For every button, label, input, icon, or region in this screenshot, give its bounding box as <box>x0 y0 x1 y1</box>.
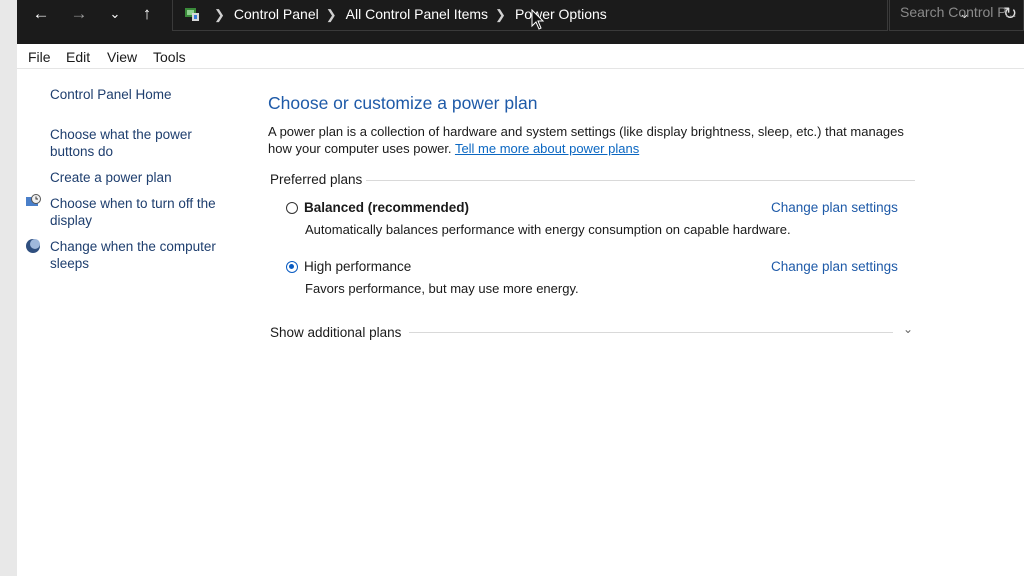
plan-name-high-performance[interactable]: High performance <box>304 259 411 274</box>
menu-view[interactable]: View <box>107 49 137 65</box>
breadcrumb: ❯ Control Panel ❯ All Control Panel Items ❯ P… <box>207 0 607 28</box>
power-plans-help-link[interactable]: Tell me more about power plans <box>455 141 639 156</box>
plan-name-balanced[interactable]: Balanced (recommended) <box>304 200 469 215</box>
search-input[interactable]: Search Control P... <box>889 0 1024 31</box>
control-panel-home-link[interactable]: Control Panel Home <box>50 86 172 103</box>
control-panel-icon <box>185 8 199 21</box>
mouse-cursor-icon <box>531 9 545 30</box>
computer-sleeps-link[interactable]: Change when the computer sleeps <box>50 238 230 272</box>
plan-description-balanced: Automatically balances performance with … <box>305 222 791 237</box>
section-divider <box>409 332 893 333</box>
breadcrumb-separator-icon: ❯ <box>214 7 225 22</box>
menu-bar: File Edit View Tools <box>17 44 1024 69</box>
menu-edit[interactable]: Edit <box>66 49 90 65</box>
recent-locations-button[interactable]: ⌄ <box>103 0 127 28</box>
breadcrumb-all-items[interactable]: All Control Panel Items <box>346 6 488 22</box>
window-left-edge <box>0 0 17 576</box>
turn-off-display-link[interactable]: Choose when to turn off the display <box>50 195 225 229</box>
address-field[interactable]: ❯ Control Panel ❯ All Control Panel Items ❯ P… <box>172 0 1017 31</box>
section-divider <box>366 180 915 181</box>
page-title: Choose or customize a power plan <box>268 93 538 113</box>
change-plan-settings-balanced[interactable]: Change plan settings <box>771 200 898 215</box>
forward-button[interactable]: → <box>67 0 91 28</box>
show-additional-plans-label[interactable]: Show additional plans <box>270 325 401 340</box>
address-bar: ← → ⌄ ↑ ❯ Control Panel ❯ All Control Panel… <box>17 0 1024 44</box>
create-power-plan-link[interactable]: Create a power plan <box>50 169 172 186</box>
change-plan-settings-high-performance[interactable]: Change plan settings <box>771 259 898 274</box>
plan-radio-balanced[interactable] <box>286 202 298 214</box>
breadcrumb-separator-icon: ❯ <box>325 7 337 22</box>
back-button[interactable]: ← <box>29 0 53 28</box>
up-button[interactable]: ↑ <box>135 0 159 28</box>
choose-power-buttons-link[interactable]: Choose what the power buttons do <box>50 126 210 160</box>
plan-description-high-performance: Favors performance, but may use more ene… <box>305 281 579 296</box>
page-description: A power plan is a collection of hardware… <box>268 123 928 157</box>
breadcrumb-power-options[interactable]: Power Options <box>515 6 607 22</box>
menu-tools[interactable]: Tools <box>153 49 186 65</box>
expand-chevron-icon[interactable]: ⌄ <box>903 322 913 336</box>
sleep-moon-icon <box>26 239 40 253</box>
preferred-plans-label: Preferred plans <box>270 172 363 187</box>
plan-radio-high-performance[interactable] <box>286 261 298 273</box>
breadcrumb-control-panel[interactable]: Control Panel <box>234 6 319 22</box>
display-clock-icon <box>26 194 41 206</box>
menu-file[interactable]: File <box>28 49 51 65</box>
breadcrumb-separator-icon: ❯ <box>495 7 506 22</box>
